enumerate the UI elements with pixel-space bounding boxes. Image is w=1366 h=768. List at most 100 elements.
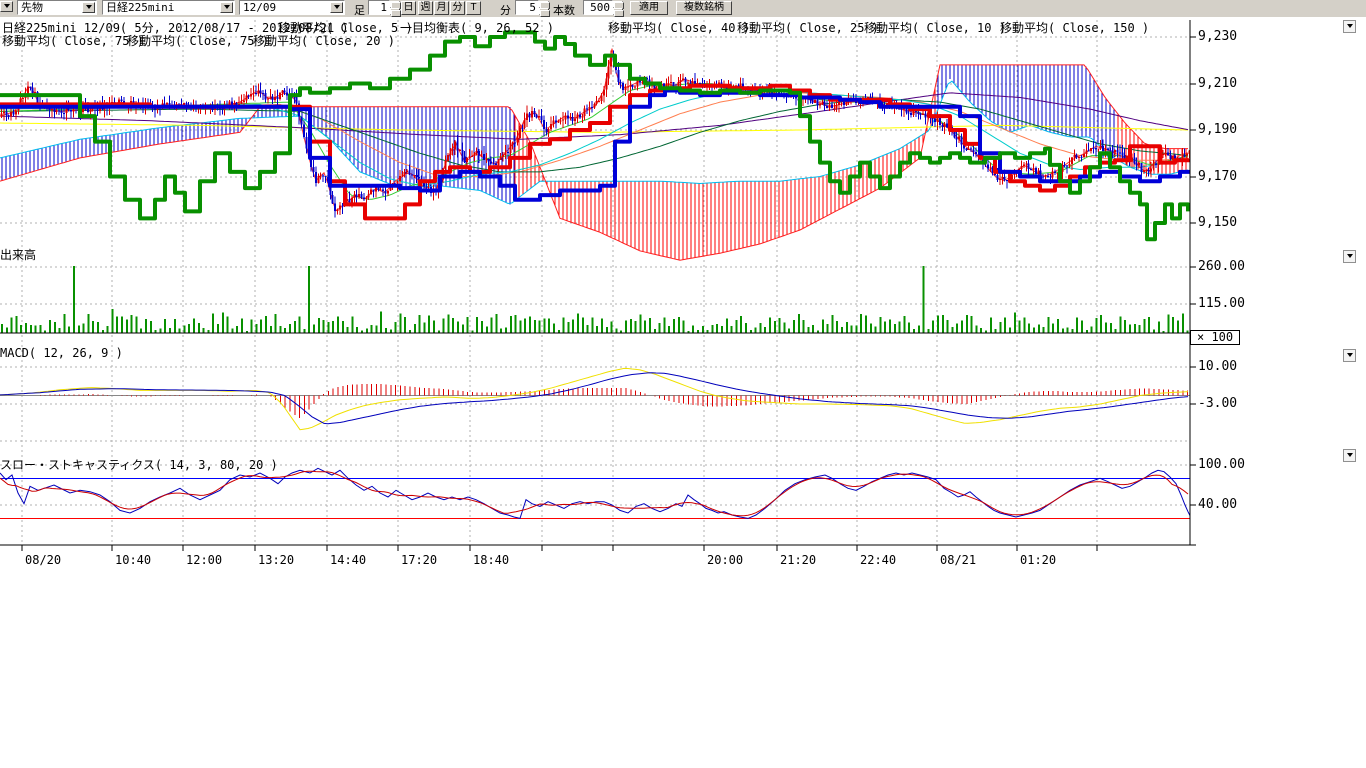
stoch-axis-label: 40.00 bbox=[1198, 497, 1237, 512]
bar-count-input[interactable]: 500 bbox=[583, 0, 613, 15]
volume-bar bbox=[836, 321, 838, 333]
candle-body bbox=[1117, 150, 1119, 152]
volume-bar bbox=[803, 320, 805, 333]
volume-bar bbox=[255, 324, 257, 333]
candle-body bbox=[845, 101, 847, 105]
candle-body bbox=[1141, 163, 1143, 172]
candle-body bbox=[13, 112, 15, 115]
volume-bar bbox=[500, 328, 502, 333]
candle-body bbox=[53, 109, 55, 112]
volume-panel-title: 出来高 bbox=[0, 246, 36, 263]
volume-bar bbox=[942, 315, 944, 333]
minute-spinner[interactable] bbox=[539, 1, 549, 15]
candle-body bbox=[1133, 158, 1135, 164]
candle-body bbox=[301, 117, 303, 125]
bar-interval-spinner[interactable] bbox=[390, 1, 400, 15]
candle-body bbox=[351, 198, 353, 202]
volume-bar bbox=[683, 321, 685, 333]
candle-body bbox=[937, 118, 939, 122]
volume-bar bbox=[371, 325, 373, 333]
period-day-button[interactable]: 日 bbox=[401, 1, 416, 15]
period-month-button[interactable]: 月 bbox=[434, 1, 449, 15]
candle-body bbox=[975, 152, 977, 154]
candle-body bbox=[680, 80, 682, 82]
candle-body bbox=[826, 106, 828, 108]
volume-bar bbox=[510, 316, 512, 333]
volume-bar bbox=[212, 313, 214, 333]
spin-down-icon bbox=[540, 10, 550, 17]
candle-body bbox=[87, 108, 89, 112]
instrument-type-value: 先物 bbox=[18, 1, 82, 14]
candle-body bbox=[269, 97, 271, 99]
volume-bar bbox=[553, 323, 555, 333]
volume-bar bbox=[1172, 317, 1174, 333]
chart-application-window: 先物 日経225mini 12/09 足 1 日 週 月 分 T 分 5 本数 … bbox=[0, 0, 1366, 768]
time-axis-label: 17:20 bbox=[401, 553, 437, 567]
chevron-down-icon[interactable] bbox=[220, 2, 233, 13]
time-axis-label: 01:20 bbox=[1020, 553, 1056, 567]
candle-body bbox=[1150, 168, 1152, 171]
chevron-down-icon[interactable] bbox=[330, 2, 343, 13]
price-panel-dropdown-button[interactable] bbox=[1343, 20, 1356, 33]
symbol-combo[interactable]: 日経225mini bbox=[102, 0, 235, 15]
candle-body bbox=[555, 121, 557, 123]
candle-body bbox=[313, 167, 315, 172]
volume-bar bbox=[83, 324, 85, 333]
volume-bar bbox=[150, 321, 152, 333]
instrument-type-combo[interactable]: 先物 bbox=[17, 0, 97, 15]
bar-count-spinner[interactable] bbox=[613, 1, 623, 15]
candle-body bbox=[1073, 155, 1075, 158]
volume-bar bbox=[1009, 327, 1011, 333]
volume-bar bbox=[217, 324, 219, 333]
candle-body bbox=[500, 157, 502, 160]
candle-body bbox=[253, 93, 255, 94]
macd-line bbox=[0, 368, 1188, 429]
candle-body bbox=[598, 101, 600, 102]
candle-body bbox=[1028, 163, 1030, 169]
volume-bar bbox=[428, 315, 430, 333]
volume-bar bbox=[759, 323, 761, 333]
volume-bar bbox=[486, 326, 488, 333]
macd-panel-dropdown-button[interactable] bbox=[1343, 349, 1356, 362]
volume-bar bbox=[563, 317, 565, 333]
volume-bar bbox=[30, 325, 32, 333]
volume-bar bbox=[519, 320, 521, 333]
volume-bar bbox=[203, 328, 205, 333]
candle-body bbox=[284, 91, 286, 93]
contract-month-combo[interactable]: 12/09 bbox=[239, 0, 345, 15]
volume-bar bbox=[169, 328, 171, 333]
candle-body bbox=[538, 116, 540, 117]
volume-bar bbox=[625, 321, 627, 333]
candle-body bbox=[961, 136, 963, 144]
candle-body bbox=[1162, 154, 1164, 155]
volume-bar bbox=[711, 325, 713, 333]
stoch-panel-dropdown-button[interactable] bbox=[1343, 449, 1356, 462]
candle-body bbox=[1143, 170, 1145, 172]
bar-interval-input[interactable]: 1 bbox=[368, 0, 390, 15]
candle-body bbox=[286, 93, 288, 96]
minute-value-input[interactable]: 5 bbox=[515, 0, 539, 15]
period-minute-button[interactable]: 分 bbox=[450, 1, 465, 15]
candle-body bbox=[51, 109, 53, 110]
candle-body bbox=[32, 87, 34, 93]
period-tick-button[interactable]: T bbox=[466, 1, 481, 15]
multi-symbol-button[interactable]: 複数銘柄 bbox=[676, 1, 732, 15]
candle-body bbox=[29, 87, 31, 88]
chevron-down-icon[interactable] bbox=[82, 2, 95, 13]
edge-combo-dropdown-button[interactable] bbox=[0, 1, 13, 12]
period-week-button[interactable]: 週 bbox=[418, 1, 433, 15]
volume-bar bbox=[303, 329, 305, 333]
volume-bar bbox=[265, 316, 267, 333]
candle-body bbox=[478, 151, 480, 155]
candle-body bbox=[169, 103, 171, 105]
volume-bar bbox=[289, 324, 291, 333]
apply-button[interactable]: 適用 bbox=[630, 1, 668, 15]
candle-body bbox=[404, 172, 406, 174]
volume-bar bbox=[927, 329, 929, 333]
candle-body bbox=[521, 128, 523, 129]
candle-body bbox=[1136, 164, 1138, 166]
volume-bar bbox=[467, 317, 469, 333]
chevron-down-icon bbox=[4, 4, 10, 11]
volume-panel-dropdown-button[interactable] bbox=[1343, 250, 1356, 263]
candle-body bbox=[1049, 176, 1051, 177]
